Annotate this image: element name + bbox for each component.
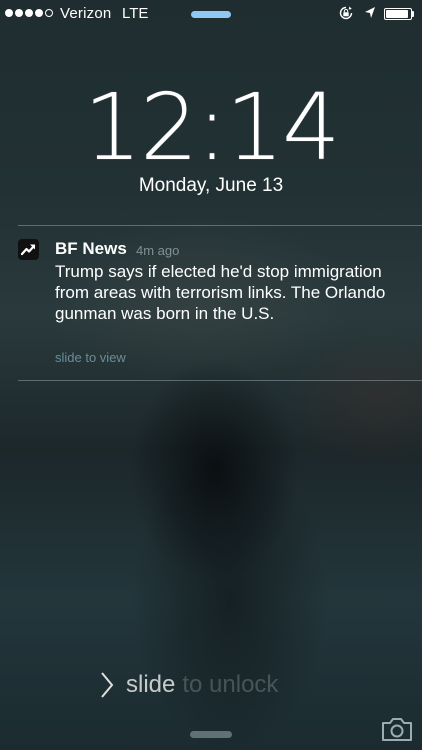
chevron-right-icon [101,672,114,698]
carrier-name: Verizon [60,5,112,22]
signal-strength-icon [5,9,53,17]
camera-icon[interactable] [380,716,414,742]
lock-screen-date: Monday, June 13 [138,175,284,196]
signal-dot [15,9,23,17]
rotation-lock-icon [339,6,353,20]
location-arrow-icon [365,7,375,18]
network-type: LTE [122,5,149,22]
notification-divider-bottom [18,380,422,381]
unlock-label: to unlock [182,671,279,698]
slide-to-unlock[interactable]: slide to unlock [100,670,278,700]
notification-app-name: BF News [55,239,127,258]
notification-item[interactable]: BF News 4m ago Trump says if elected he'… [18,236,413,370]
battery-icon [384,8,412,20]
battery-level [386,10,408,18]
trending-arrow-icon [18,239,39,260]
lock-screen-time: 12:14 [83,74,340,181]
notification-message: Trump says if elected he'd stop immigrat… [55,262,386,323]
slide-to-view-hint: slide to view [55,350,126,365]
control-center-handle[interactable] [190,731,232,738]
notification-divider-top [18,225,422,226]
signal-dot [35,9,43,17]
signal-dot [25,9,33,17]
slide-label: slide [126,671,176,698]
signal-dot [5,9,13,17]
signal-dot [45,9,53,17]
notification-time: 4m ago [136,243,180,258]
status-bar: Verizon LTE [0,0,422,28]
notification-center-handle[interactable] [191,11,231,18]
battery-tip [412,11,414,17]
